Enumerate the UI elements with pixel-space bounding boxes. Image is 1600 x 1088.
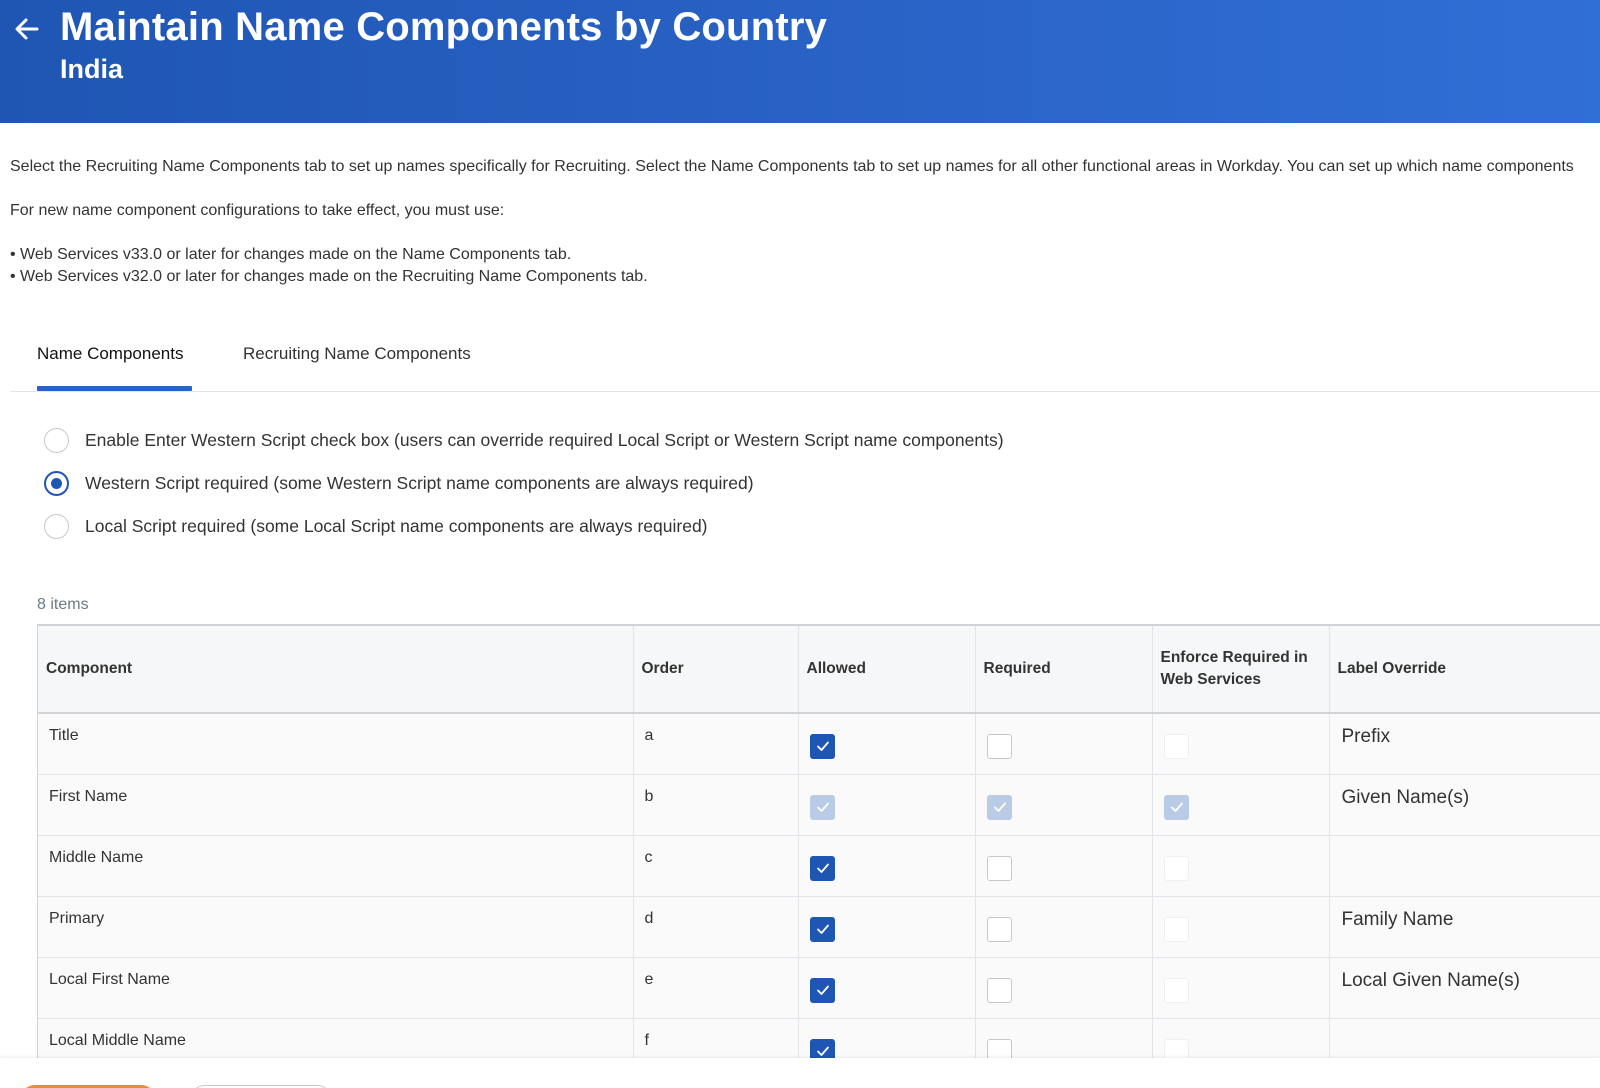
back-button[interactable]	[12, 14, 42, 44]
component-cell: Middle Name	[38, 835, 634, 897]
enforce-required-checkbox	[1163, 855, 1189, 881]
order-cell: a	[633, 713, 799, 775]
order-cell: e	[633, 957, 799, 1019]
column-header-component[interactable]: Component	[38, 626, 634, 714]
intro-bullet-1: • Web Services v33.0 or later for change…	[10, 246, 572, 263]
radio-button[interactable]	[44, 427, 69, 453]
column-header-allowed[interactable]: Allowed	[798, 626, 976, 714]
required-checkbox[interactable]	[986, 734, 1012, 759]
table-row: Primary d Family Name	[38, 896, 1600, 958]
option-label: Western Script required (some Western Sc…	[85, 472, 754, 493]
component-cell: First Name	[38, 774, 634, 836]
option-local-script-required[interactable]: Local Script required (some Local Script…	[44, 512, 708, 540]
check-icon	[816, 741, 829, 751]
intro-requirement: For new name component configurations to…	[10, 202, 505, 219]
check-icon	[816, 802, 829, 812]
column-header-order[interactable]: Order	[633, 626, 799, 714]
label-override-cell[interactable]: Local Given Name(s)	[1329, 957, 1600, 1019]
intro-bullet-2: • Web Services v32.0 or later for change…	[10, 268, 648, 285]
page-header: Maintain Name Components by Country Indi…	[0, 0, 1600, 123]
table-row: Local Middle Name f	[38, 1018, 1600, 1061]
table-row: Local First Name e Local Given Name(s)	[38, 957, 1600, 1019]
label-override-cell[interactable]: Family Name	[1329, 896, 1600, 958]
component-cell: Local Middle Name	[38, 1018, 634, 1061]
allowed-checkbox[interactable]	[809, 916, 835, 942]
label-override-cell[interactable]	[1329, 1018, 1600, 1061]
page-title: Maintain Name Components by Country	[60, 5, 828, 49]
table-row: First Name b Given Name(s)	[38, 774, 1600, 836]
required-checkbox[interactable]	[986, 916, 1012, 942]
allowed-checkbox	[809, 794, 835, 820]
page-subtitle: India	[60, 54, 124, 84]
item-count: 8 items	[37, 596, 89, 613]
radio-button[interactable]	[44, 513, 69, 539]
label-override-cell[interactable]: Given Name(s)	[1329, 774, 1600, 836]
option-label: Enable Enter Western Script check box (u…	[85, 429, 1004, 450]
order-cell: b	[633, 774, 799, 836]
order-cell: f	[633, 1018, 799, 1061]
check-icon	[816, 924, 829, 934]
table-row: Middle Name c	[38, 835, 1600, 897]
component-cell: Local First Name	[38, 957, 634, 1019]
grid-header-row: Component Order Allowed Required Enforce…	[38, 626, 1600, 714]
allowed-checkbox[interactable]	[809, 977, 835, 1003]
intro-text: Select the Recruiting Name Components ta…	[10, 158, 1574, 175]
column-header-label-override[interactable]: Label Override	[1329, 626, 1600, 714]
arrow-left-icon	[15, 18, 39, 40]
enforce-required-checkbox	[1163, 916, 1189, 942]
label-override-cell[interactable]: Prefix	[1329, 713, 1600, 775]
required-checkbox[interactable]	[986, 977, 1012, 1003]
option-enable-western-script[interactable]: Enable Enter Western Script check box (u…	[44, 426, 1004, 454]
radio-button-selected[interactable]	[44, 470, 69, 496]
footer-bar	[0, 1058, 1600, 1088]
tab-bar: Name Components Recruiting Name Componen…	[10, 328, 1600, 392]
allowed-checkbox[interactable]	[809, 734, 835, 759]
required-checkbox[interactable]	[986, 855, 1012, 881]
tab-recruiting-name-components[interactable]: Recruiting Name Components	[243, 344, 471, 364]
tab-name-components[interactable]: Name Components	[37, 344, 183, 364]
name-components-grid: Component Order Allowed Required Enforce…	[37, 624, 1600, 1061]
required-checkbox	[986, 794, 1012, 820]
order-cell: d	[633, 896, 799, 958]
option-label: Local Script required (some Local Script…	[85, 515, 708, 536]
component-cell: Title	[38, 713, 634, 775]
table-row: Title a Prefix	[38, 713, 1600, 775]
check-icon	[1170, 802, 1183, 812]
order-cell: c	[633, 835, 799, 897]
column-header-required[interactable]: Required	[975, 626, 1153, 714]
enforce-required-checkbox	[1163, 977, 1189, 1003]
allowed-checkbox[interactable]	[809, 855, 835, 881]
check-icon	[816, 1046, 829, 1056]
option-western-script-required[interactable]: Western Script required (some Western Sc…	[44, 469, 754, 497]
component-cell: Primary	[38, 896, 634, 958]
active-tab-indicator	[37, 386, 192, 391]
check-icon	[816, 985, 829, 995]
check-icon	[816, 863, 829, 873]
enforce-required-checkbox	[1163, 794, 1189, 820]
label-override-cell[interactable]	[1329, 835, 1600, 897]
enforce-required-checkbox	[1163, 734, 1189, 759]
check-icon	[993, 802, 1006, 812]
column-header-enforce-required[interactable]: Enforce Required in Web Services	[1152, 626, 1330, 714]
